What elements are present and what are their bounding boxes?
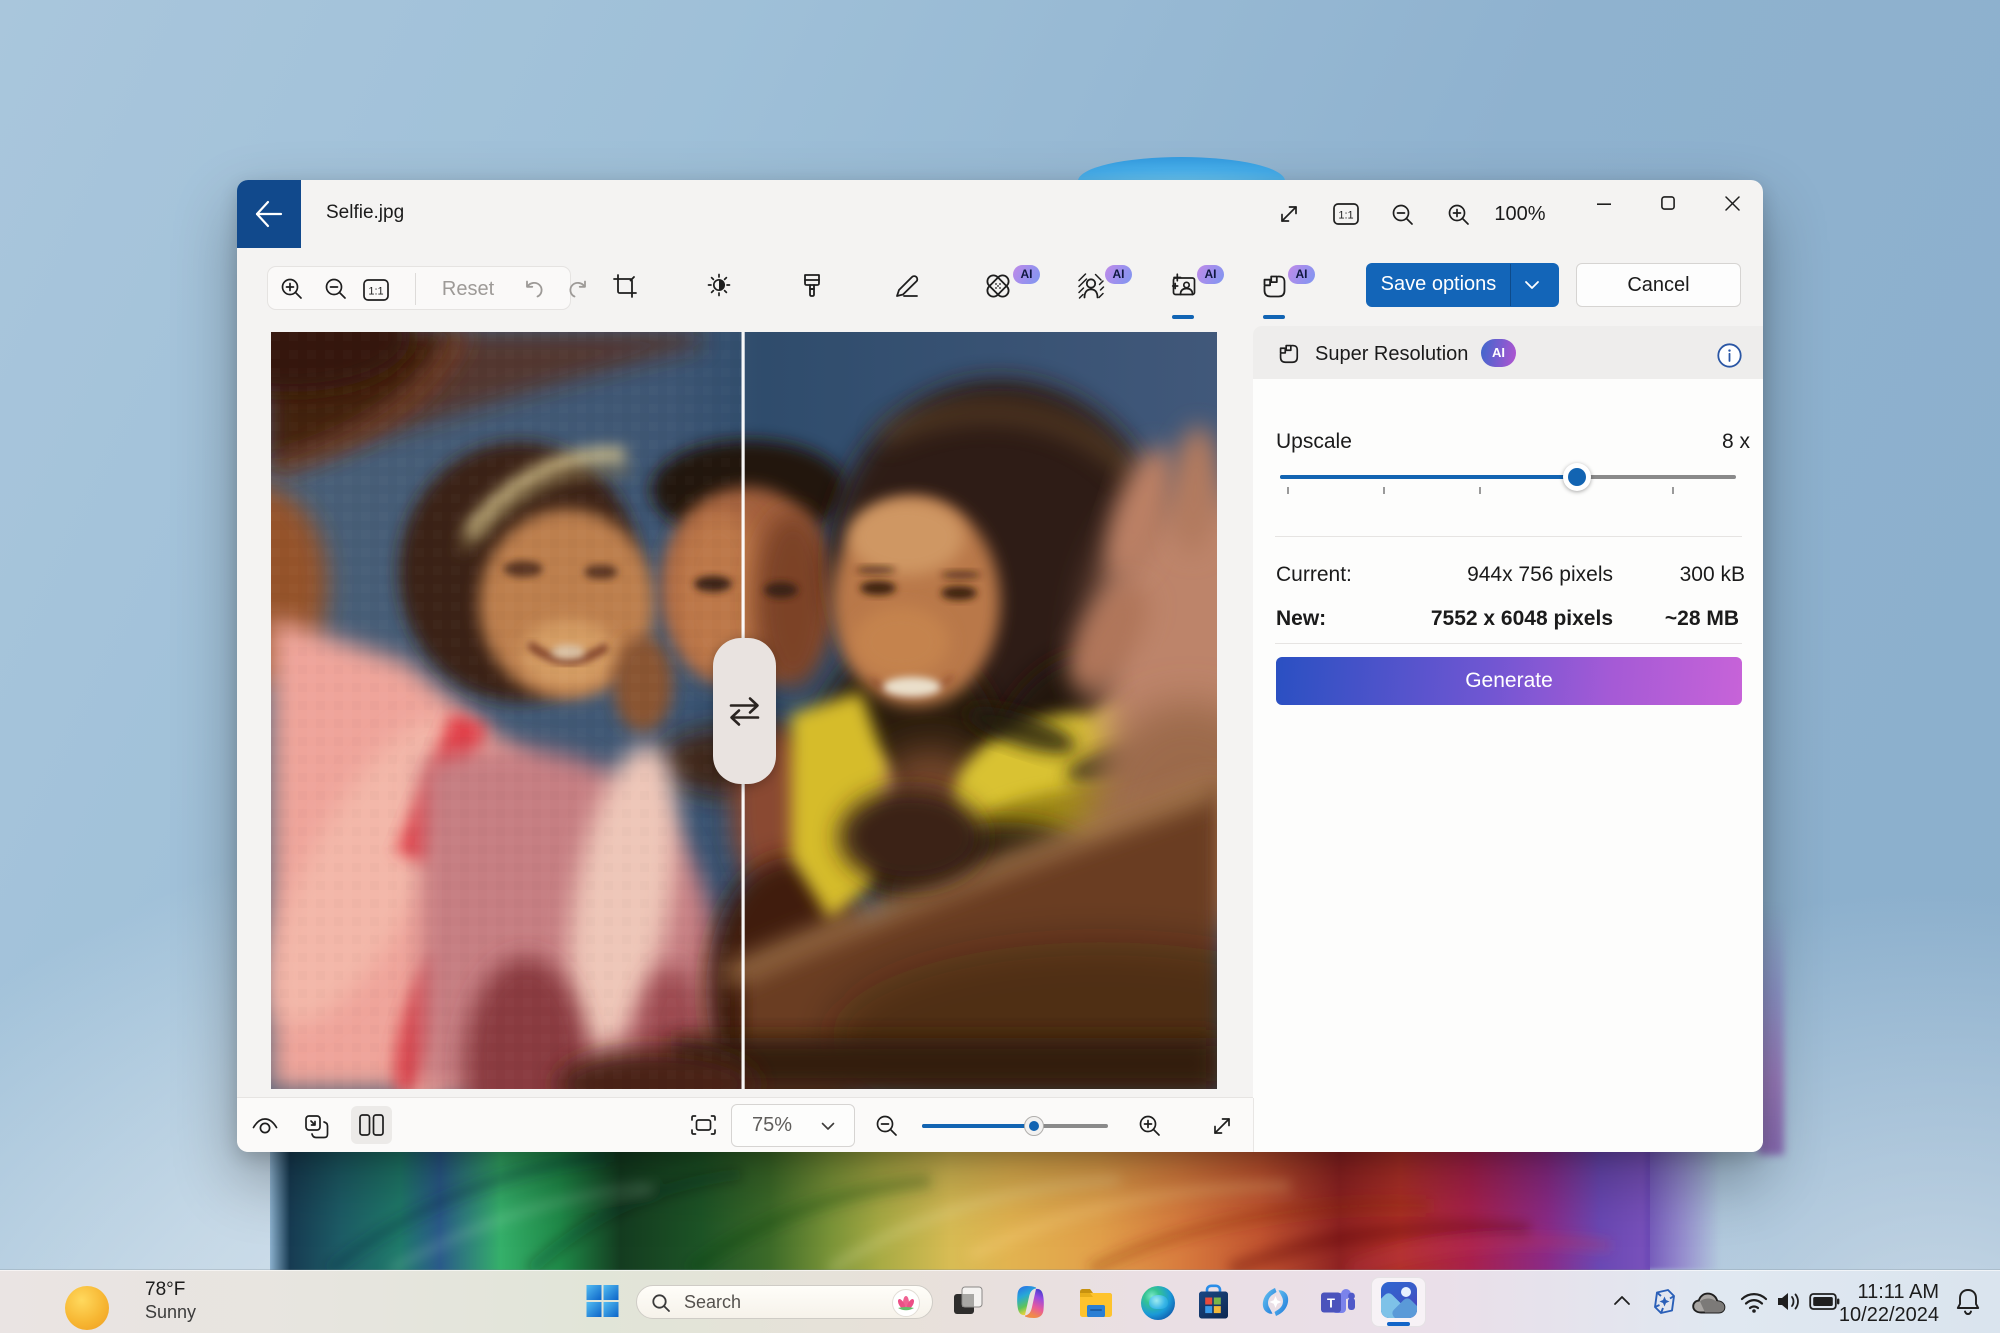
svg-text:1:1: 1:1 xyxy=(368,286,383,298)
svg-text:T: T xyxy=(1327,1296,1335,1311)
svg-text:1:1: 1:1 xyxy=(1338,210,1353,222)
